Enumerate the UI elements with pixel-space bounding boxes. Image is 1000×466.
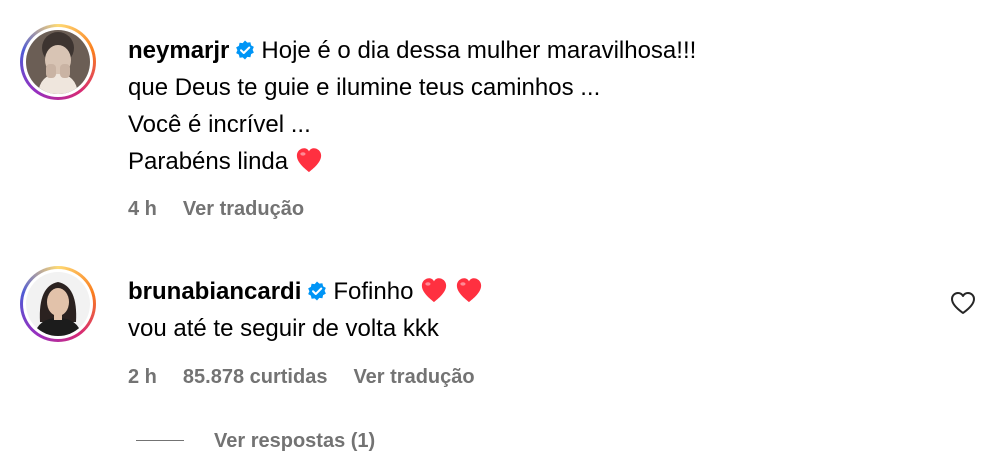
translate-link[interactable]: Ver tradução xyxy=(183,198,304,220)
comment-text: vou até te seguir de volta kkk xyxy=(128,315,439,342)
comment-text: Você é incrível ... xyxy=(128,111,311,138)
comment-time[interactable]: 4 h xyxy=(128,198,157,220)
comment-username[interactable]: neymarjr xyxy=(128,37,229,64)
heart-emoji-icon xyxy=(296,148,321,173)
comment-text: que Deus te guie e ilumine teus caminhos… xyxy=(128,74,601,101)
comment-text: Parabéns linda xyxy=(128,148,289,175)
avatar-brunabiancardi[interactable] xyxy=(20,266,96,342)
replies-divider xyxy=(136,440,184,441)
heart-emoji-icon xyxy=(456,278,481,303)
view-replies-label: Ver respostas (1) xyxy=(214,430,376,452)
heart-emoji-icon xyxy=(421,278,447,303)
comment-text: Hoje é o dia dessa mulher maravilhosa!!! xyxy=(261,37,697,64)
likes-count[interactable]: 85.878 curtidas xyxy=(183,366,328,388)
comment-text: Fofinho xyxy=(333,278,414,305)
avatar-neymarjr[interactable] xyxy=(20,24,96,100)
verified-badge-icon xyxy=(308,281,327,301)
like-heart-outline-icon[interactable] xyxy=(950,291,976,315)
comment-time[interactable]: 2 h xyxy=(128,366,157,388)
verified-badge-icon xyxy=(236,40,255,60)
translate-link[interactable]: Ver tradução xyxy=(353,366,474,388)
view-replies-button[interactable]: Ver respostas (1) xyxy=(136,430,375,453)
comment-username[interactable]: brunabiancardi xyxy=(128,278,301,305)
